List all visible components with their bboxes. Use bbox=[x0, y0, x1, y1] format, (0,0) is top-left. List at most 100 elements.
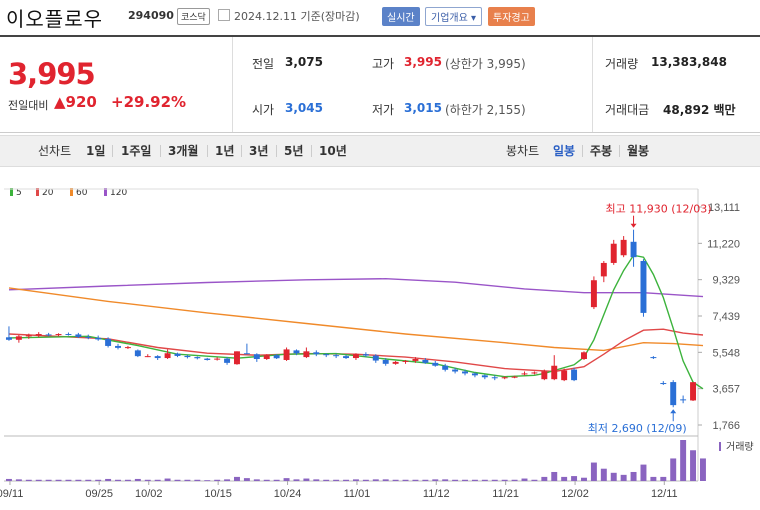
up-triangle-icon: ▲ bbox=[54, 93, 66, 111]
candle-body bbox=[491, 377, 498, 379]
ma120-line bbox=[8, 277, 704, 298]
period-1d[interactable]: 1일 bbox=[86, 142, 105, 159]
volume-bar bbox=[95, 479, 102, 481]
candle-body bbox=[204, 358, 211, 360]
volume-bar bbox=[581, 477, 587, 481]
volume-bar bbox=[333, 479, 340, 481]
volume-bar bbox=[115, 479, 121, 481]
x-tick-label: 10/24 bbox=[274, 488, 302, 500]
high-label: 고가 bbox=[372, 57, 395, 71]
company-overview-button[interactable]: 기업개요 ▾ bbox=[425, 7, 483, 26]
investment-warning-badge[interactable]: 투자경고 bbox=[488, 7, 535, 26]
volume-bar bbox=[5, 478, 12, 481]
amount-label: 거래대금 bbox=[605, 103, 650, 117]
volume-bar bbox=[283, 478, 290, 481]
x-tick-label: 11/21 bbox=[492, 488, 519, 500]
volume-bar bbox=[313, 479, 320, 481]
candle-body bbox=[105, 338, 112, 346]
volume-bar bbox=[263, 479, 270, 481]
period-daily[interactable]: 일봉 bbox=[553, 142, 575, 159]
divider bbox=[276, 145, 277, 157]
candle-body bbox=[154, 356, 161, 359]
candle-body bbox=[660, 383, 667, 385]
volume-bar bbox=[303, 478, 310, 481]
volume-bar bbox=[194, 479, 201, 481]
candle-body bbox=[471, 373, 478, 376]
volume-bar bbox=[224, 479, 231, 481]
change-label: 전일대비 bbox=[8, 99, 49, 112]
period-3y[interactable]: 3년 bbox=[249, 142, 268, 159]
open-label: 시가 bbox=[252, 103, 275, 117]
candle-body bbox=[680, 399, 687, 401]
candle-body bbox=[650, 357, 657, 359]
period-10y[interactable]: 10년 bbox=[319, 142, 347, 159]
volume-bar bbox=[352, 479, 359, 481]
x-tick-label: 09/11 bbox=[0, 488, 23, 500]
candle-body bbox=[551, 365, 558, 380]
candle-body bbox=[25, 335, 32, 337]
volume-bar bbox=[442, 479, 449, 481]
divider bbox=[241, 145, 242, 157]
chevron-down-icon: ▾ bbox=[471, 13, 477, 24]
volume-bar bbox=[174, 479, 181, 481]
candle-body bbox=[521, 373, 528, 375]
volume-bar bbox=[184, 479, 191, 481]
candle-body bbox=[462, 371, 468, 374]
period-5y[interactable]: 5년 bbox=[284, 142, 303, 159]
volume-bar bbox=[204, 480, 211, 481]
period-1w[interactable]: 1주일 bbox=[121, 142, 151, 159]
volume-bar bbox=[214, 479, 221, 481]
volume-bar bbox=[65, 479, 72, 481]
x-tick-label: 10/15 bbox=[204, 488, 232, 500]
x-tick-label: 11/12 bbox=[423, 488, 450, 500]
volume-bar bbox=[660, 476, 667, 481]
candle-body bbox=[95, 337, 102, 340]
volume-value: 13,383,848 bbox=[651, 55, 727, 69]
volume-bar bbox=[541, 476, 548, 481]
change-percent: +29.92% bbox=[111, 93, 187, 111]
candle-body bbox=[590, 280, 597, 308]
change-value: 920 bbox=[65, 93, 97, 111]
volume-bar bbox=[630, 471, 637, 481]
candle-body bbox=[561, 370, 568, 381]
candle-body bbox=[243, 353, 250, 355]
volume-bar bbox=[15, 479, 22, 481]
base-date: 2024.12.11 기준(장마감) bbox=[234, 8, 360, 24]
candle-body bbox=[382, 359, 389, 364]
period-monthly[interactable]: 월봉 bbox=[627, 142, 649, 159]
volume-bar bbox=[462, 479, 468, 481]
candle-body bbox=[124, 347, 131, 349]
candle-body bbox=[670, 382, 677, 406]
calendar-icon bbox=[218, 9, 230, 21]
candle-body bbox=[273, 355, 280, 359]
current-price: 3,995 bbox=[8, 57, 96, 91]
candle-body bbox=[610, 243, 617, 263]
min-arrow-head bbox=[670, 409, 677, 414]
stock-code: 294090 bbox=[128, 9, 174, 22]
volume-bar bbox=[551, 471, 558, 481]
open-value: 3,045 bbox=[285, 101, 323, 115]
volume-bar bbox=[590, 462, 597, 481]
period-1y[interactable]: 1년 bbox=[215, 142, 234, 159]
period-3m[interactable]: 3개월 bbox=[168, 142, 198, 159]
max-annotation: 최고 11,930 (12/03) bbox=[606, 203, 712, 216]
candle-body bbox=[531, 372, 538, 374]
candle-body bbox=[174, 353, 181, 356]
volume-bar bbox=[45, 479, 52, 481]
candle-body bbox=[630, 241, 637, 258]
volume-bar bbox=[134, 478, 141, 481]
price-chart[interactable]: 13,111 11,220 9,329 7,439 5,548 3,657 1,766 09/… bbox=[0, 180, 760, 510]
candle-body bbox=[571, 369, 578, 381]
candle-body bbox=[313, 352, 320, 355]
candle-body bbox=[333, 355, 340, 357]
candle-body bbox=[422, 359, 429, 363]
candle-body bbox=[75, 334, 82, 337]
realtime-button[interactable]: 실시간 bbox=[382, 7, 420, 26]
chart-toolbar: 선차트 1일 1주일 3개월 1년 3년 5년 10년 봉차트 일봉 주봉 월봉 bbox=[0, 135, 760, 167]
volume-bar bbox=[452, 479, 459, 481]
period-weekly[interactable]: 주봉 bbox=[590, 142, 612, 159]
volume-bar bbox=[531, 479, 538, 481]
y-tick-label: 3,657 bbox=[712, 384, 740, 396]
volume-bar bbox=[323, 479, 330, 481]
volume-bar bbox=[85, 479, 92, 481]
